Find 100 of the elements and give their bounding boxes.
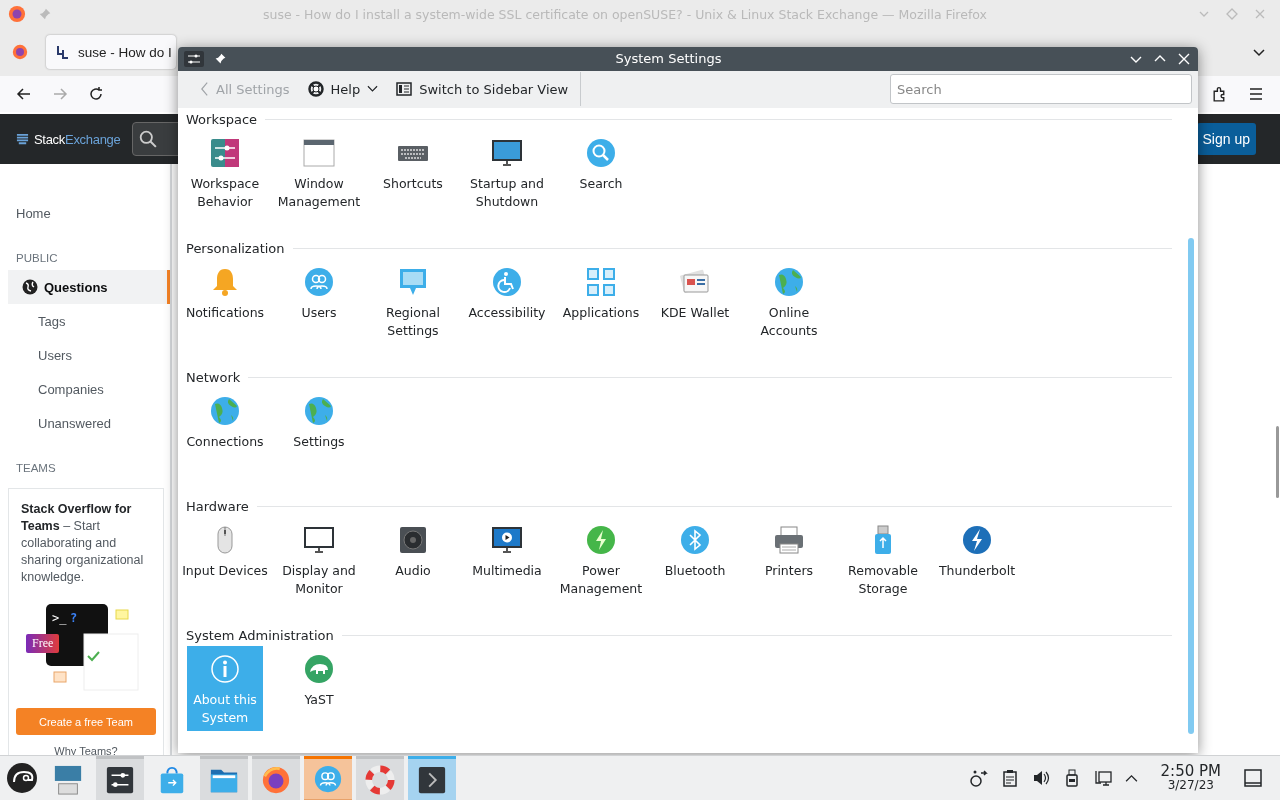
printer-icon (773, 524, 805, 556)
chameleon-logo-icon[interactable] (6, 762, 38, 794)
settings-module[interactable]: Bluetooth (648, 517, 742, 602)
help-button[interactable]: Help (301, 75, 385, 104)
show-desktop-icon[interactable] (1244, 769, 1262, 787)
settings-module[interactable]: Audio (366, 517, 460, 602)
site-logo[interactable]: StackExchange (34, 131, 121, 147)
info-icon (209, 653, 241, 685)
lifebuoy-icon (307, 81, 324, 98)
browser-icon (261, 764, 291, 795)
accessibility-icon (491, 266, 523, 298)
category-heading: System Administration (186, 627, 334, 643)
settings-module[interactable]: Display and Monitor (272, 517, 366, 602)
teams-description: Stack Overflow for Teams – Start collaborating and sharing organizational knowledge. (21, 501, 145, 586)
monitor-icon (303, 524, 335, 556)
settings-module[interactable]: Settings (272, 388, 366, 455)
video-screen-icon (491, 524, 523, 556)
browser-logo-icon[interactable] (12, 44, 28, 60)
power-icon (585, 524, 617, 556)
settings-module[interactable]: Users (272, 259, 366, 344)
settings-module[interactable]: Shortcuts (366, 130, 460, 215)
sidebar-layout-icon (396, 81, 413, 98)
scrollbar-thumb[interactable] (1276, 426, 1279, 498)
search-field[interactable]: Search (890, 74, 1192, 105)
category-heading: Hardware (186, 498, 249, 514)
clock-time[interactable]: 2:50 PM (1160, 764, 1221, 779)
globe-icon (209, 395, 241, 427)
switch-view-button[interactable]: Switch to Sidebar View (390, 75, 575, 104)
settings-module[interactable]: Input Devices (178, 517, 272, 602)
pin-icon[interactable] (214, 52, 227, 66)
chevron-left-icon (200, 81, 209, 98)
globe-icon (303, 395, 335, 427)
settings-module[interactable]: Notifications (178, 259, 272, 344)
stacked-layers-icon[interactable] (16, 132, 29, 146)
chameleon-icon (303, 653, 335, 685)
nav-link[interactable]: Questions (8, 270, 170, 304)
volume-icon[interactable] (1031, 769, 1050, 787)
category-heading: Personalization (186, 240, 285, 256)
nav-link[interactable]: Companies (0, 372, 170, 406)
lifebuoy-icon (365, 764, 395, 795)
settings-module[interactable]: Connections (178, 388, 272, 455)
sign-up-button[interactable]: Sign up (1196, 123, 1256, 155)
nav-heading: TEAMS (15, 461, 57, 476)
network-globe-icon[interactable] (969, 769, 988, 787)
taskbar-item[interactable] (200, 756, 248, 800)
clock-date[interactable]: 3/27/23 (1167, 779, 1214, 792)
settings-module[interactable]: Power Management (554, 517, 648, 602)
settings-module[interactable]: YaST (272, 646, 366, 731)
settings-module[interactable]: Removable Storage (836, 517, 930, 602)
settings-module[interactable]: Thunderbolt (930, 517, 1024, 602)
nav-link[interactable]: Tags (0, 304, 170, 338)
chevron-down-icon (367, 85, 379, 94)
browser-tab[interactable]: suse - How do I (46, 35, 176, 69)
users-icon (303, 266, 335, 298)
taskbar-item[interactable] (408, 756, 456, 800)
settings-module[interactable]: Window Management (272, 130, 366, 215)
bluetooth-icon (679, 524, 711, 556)
chevron-up-icon[interactable] (1124, 773, 1138, 783)
settings-module[interactable]: Search (554, 130, 648, 215)
settings-module[interactable]: KDE Wallet (648, 259, 742, 344)
nav-link[interactable]: Home (0, 196, 170, 230)
settings-module[interactable]: Printers (742, 517, 836, 602)
wired-network-icon[interactable] (1093, 769, 1112, 787)
settings-module[interactable]: Online Accounts (742, 259, 836, 344)
sliders-icon (105, 764, 135, 795)
speaker-icon (397, 524, 429, 556)
monitor-icon (491, 137, 523, 169)
settings-module[interactable]: Workspace Behavior (178, 130, 272, 215)
settings-module[interactable]: Accessibility (460, 259, 554, 344)
reload-icon[interactable] (88, 86, 104, 102)
users-icon (313, 764, 343, 794)
settings-module[interactable]: Applications (554, 259, 648, 344)
browser-logo-icon (8, 5, 26, 23)
window-title: System Settings (614, 51, 723, 67)
settings-module[interactable]: Regional Settings (366, 259, 460, 344)
grid-icon (585, 266, 617, 298)
nav-heading: PUBLIC (15, 251, 59, 266)
globe-icon (773, 266, 805, 298)
taskbar-item[interactable] (96, 756, 144, 800)
sliders-icon[interactable] (184, 50, 204, 67)
lightning-icon (961, 524, 993, 556)
category-heading: Network (186, 369, 241, 385)
nav-link[interactable]: Unanswered (0, 406, 170, 440)
clipboard-icon[interactable] (1000, 769, 1019, 787)
free-badge: Free (26, 634, 60, 653)
settings-module[interactable]: Multimedia (460, 517, 554, 602)
nav-link[interactable]: Users (0, 338, 170, 372)
search-icon (585, 137, 617, 169)
globe-icon (22, 279, 38, 295)
desktop-pager-icon (53, 764, 83, 795)
search-icon (139, 130, 158, 148)
scrollbar-thumb[interactable] (1188, 238, 1194, 734)
back-arrow-icon[interactable] (16, 86, 32, 102)
terminal-icon (417, 764, 447, 795)
sliders-icon (209, 137, 241, 169)
category-heading: Workspace (186, 111, 258, 127)
site-favicon-icon (56, 45, 70, 59)
window-icon (303, 137, 335, 169)
settings-module[interactable]: Startup and Shutdown (460, 130, 554, 215)
menu-icon[interactable] (1248, 85, 1264, 102)
